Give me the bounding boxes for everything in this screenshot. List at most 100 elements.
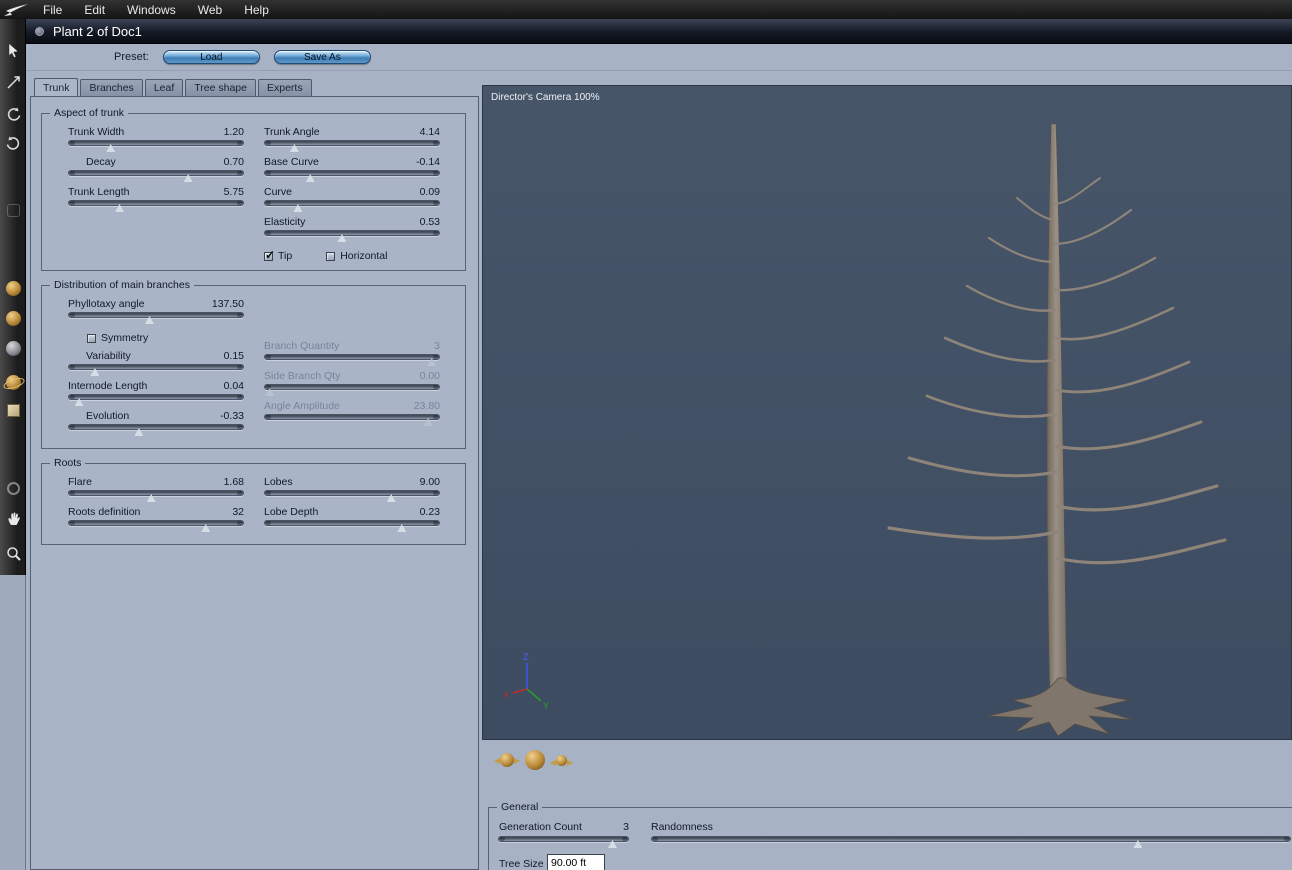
checkbox-label: Symmetry	[101, 332, 149, 344]
lobe-depth-slider[interactable]	[264, 519, 440, 532]
checkbox-box-icon	[326, 251, 336, 261]
param-value[interactable]: 32	[232, 506, 244, 518]
generation-count-slider[interactable]	[498, 835, 629, 848]
checkbox-box-icon	[264, 248, 275, 262]
rotate-cw-tool-icon[interactable]	[3, 104, 23, 124]
param-label: Angle Amplitude	[264, 400, 340, 412]
param-label: Base Curve	[264, 156, 319, 168]
horizontal-checkbox[interactable]: Horizontal	[326, 250, 387, 262]
cube-tool-icon[interactable]	[3, 400, 23, 420]
param-value[interactable]: -0.14	[416, 156, 440, 168]
param-lobe-depth: Lobe Depth 0.23	[264, 506, 440, 532]
param-value[interactable]: 0.15	[224, 350, 244, 362]
save-as-button[interactable]: Save As	[273, 50, 371, 64]
param-value[interactable]: 5.75	[224, 186, 244, 198]
3d-viewport[interactable]: Director's Camera 100% Z Y x	[482, 85, 1292, 740]
curve-slider[interactable]	[264, 199, 440, 212]
pan-camera-icon[interactable]	[550, 754, 573, 766]
pan-hand-tool-icon[interactable]	[3, 508, 23, 528]
checkbox-box-icon	[87, 333, 96, 343]
param-label: Lobe Depth	[264, 506, 319, 518]
param-label: Internode Length	[68, 380, 148, 392]
generation-count-label: Generation Count	[499, 821, 582, 833]
trunk-width-slider[interactable]	[68, 139, 244, 152]
flare-slider[interactable]	[68, 489, 244, 502]
tab-leaf[interactable]: Leaf	[144, 79, 184, 96]
elasticity-slider[interactable]	[264, 229, 440, 242]
group-general: General Generation Count 3 Randomness Tr…	[488, 801, 1292, 870]
param-phyllotaxy-angle: Phyllotaxy angle 137.50	[68, 298, 244, 324]
tree-size-input[interactable]	[547, 854, 605, 870]
axis-x-label: x	[504, 689, 509, 699]
group-title: General	[497, 801, 543, 813]
tab-experts[interactable]: Experts	[257, 79, 312, 96]
tab-branches[interactable]: Branches	[80, 79, 143, 96]
metal-sphere-tool-icon[interactable]	[3, 338, 23, 358]
param-value[interactable]: -0.33	[220, 410, 244, 422]
internode-length-slider[interactable]	[68, 393, 244, 406]
tab-trunk[interactable]: Trunk	[34, 78, 79, 96]
toolbar-lower-filler	[0, 575, 26, 870]
base-curve-slider[interactable]	[264, 169, 440, 182]
roots-definition-slider[interactable]	[68, 519, 244, 532]
trunk-length-slider[interactable]	[68, 199, 244, 212]
param-label: Branch Quantity	[264, 340, 340, 352]
window-gadget-icon[interactable]	[35, 26, 44, 36]
document-title: Plant 2 of Doc1	[53, 23, 142, 39]
variability-slider[interactable]	[68, 363, 244, 376]
param-variability: Variability 0.15	[68, 350, 244, 376]
param-label: Decay	[86, 156, 116, 168]
orbit-camera-icon[interactable]	[494, 753, 520, 767]
arrow-draw-tool-icon[interactable]	[3, 72, 23, 92]
param-trunk-angle: Trunk Angle 4.14	[264, 126, 440, 152]
param-trunk-length: Trunk Length 5.75	[68, 186, 244, 212]
symmetry-checkbox[interactable]: Symmetry	[87, 332, 148, 344]
menu-windows[interactable]: Windows	[116, 0, 187, 19]
app-logo-icon	[0, 0, 32, 19]
param-label: Curve	[264, 186, 293, 198]
param-value[interactable]: 1.20	[224, 126, 244, 138]
param-value[interactable]: 137.50	[212, 298, 244, 310]
param-value[interactable]: 4.14	[420, 126, 440, 138]
gold-sphere-tool-icon[interactable]	[3, 278, 23, 298]
gold-sphere-tool-2-icon[interactable]	[3, 308, 23, 328]
menu-file[interactable]: File	[32, 0, 73, 19]
trunk-angle-slider[interactable]	[264, 139, 440, 152]
param-value[interactable]: 1.68	[224, 476, 244, 488]
rotate-ccw-tool-icon[interactable]	[3, 133, 23, 153]
decay-slider[interactable]	[68, 169, 244, 182]
load-button[interactable]: Load	[162, 50, 260, 64]
param-value[interactable]: 0.09	[420, 186, 440, 198]
menu-web[interactable]: Web	[187, 0, 233, 19]
branch-quantity-slider	[264, 353, 440, 366]
zoom-tool-icon[interactable]	[3, 543, 23, 563]
dolly-camera-icon[interactable]	[525, 750, 545, 770]
param-value[interactable]: 9.00	[420, 476, 440, 488]
phyllotaxy-slider[interactable]	[68, 311, 244, 324]
param-value[interactable]: 0.23	[420, 506, 440, 518]
menu-edit[interactable]: Edit	[73, 0, 116, 19]
generation-count-value[interactable]: 3	[609, 821, 629, 833]
randomness-slider[interactable]	[651, 835, 1291, 848]
editor-content: Plant 2 of Doc1 Preset: Load Save As Tru…	[26, 19, 1292, 870]
randomness-label: Randomness	[651, 821, 713, 833]
menu-help[interactable]: Help	[233, 0, 280, 19]
tip-checkbox[interactable]: Tip	[264, 248, 292, 262]
tab-tree-shape[interactable]: Tree shape	[185, 79, 256, 96]
param-label: Flare	[68, 476, 92, 488]
param-decay: Decay 0.70	[68, 156, 244, 182]
lobes-slider[interactable]	[264, 489, 440, 502]
angle-amplitude-slider	[264, 413, 440, 426]
preset-label: Preset:	[114, 51, 149, 63]
param-value[interactable]: 0.04	[224, 380, 244, 392]
tree-size-label: Tree Size	[499, 858, 544, 870]
param-value[interactable]: 0.70	[224, 156, 244, 168]
param-value: 3	[434, 340, 440, 352]
param-roots-definition: Roots definition 32	[68, 506, 244, 532]
circle-tool-icon[interactable]	[3, 478, 23, 498]
param-value[interactable]: 0.53	[420, 216, 440, 228]
ringed-sphere-tool-icon[interactable]	[3, 372, 23, 392]
select-tool-icon[interactable]	[3, 40, 23, 60]
evolution-slider[interactable]	[68, 423, 244, 436]
dim-tool-icon[interactable]	[3, 200, 23, 220]
